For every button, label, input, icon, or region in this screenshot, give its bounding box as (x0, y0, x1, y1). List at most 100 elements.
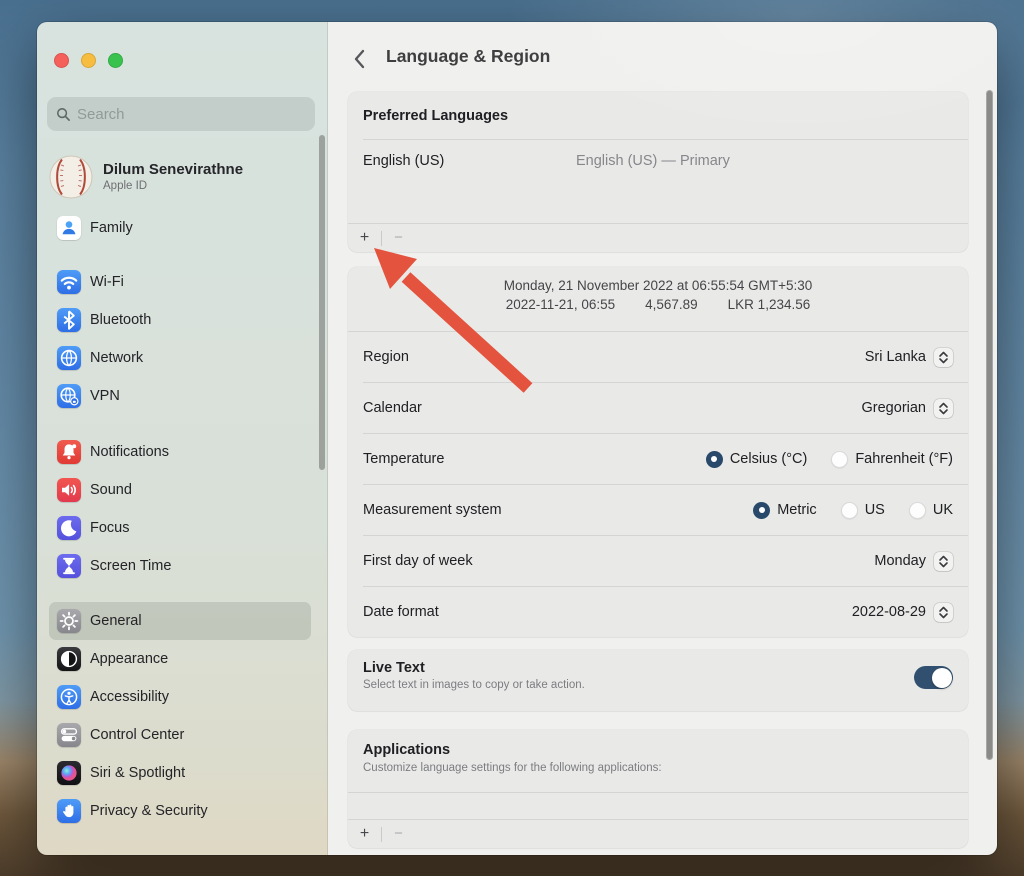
sidebar-item-notifications[interactable]: Notifications (49, 433, 311, 471)
network-globe-icon (57, 346, 81, 370)
sidebar-item-appearance[interactable]: Appearance (49, 640, 311, 678)
radio-us[interactable] (840, 501, 858, 519)
sidebar-item-network[interactable]: Network (49, 339, 311, 377)
calendar-label: Calendar (363, 400, 422, 416)
date-format-stepper[interactable] (934, 602, 953, 622)
sidebar-item-sound[interactable]: Sound (49, 471, 311, 509)
general-gear-icon (57, 609, 81, 633)
live-text-toggle[interactable] (914, 666, 953, 689)
appearance-contrast-icon (57, 647, 81, 671)
region-row: Region Sri Lanka (348, 332, 968, 382)
date-format-row: Date format 2022-08-29 (348, 587, 968, 637)
radio-metric[interactable] (753, 501, 771, 519)
preferred-languages-title: Preferred Languages (363, 107, 509, 124)
close-window-button[interactable] (54, 53, 69, 68)
sidebar-item-wifi[interactable]: Wi-Fi (49, 263, 311, 301)
accessibility-icon (57, 685, 81, 709)
control-center-icon (57, 723, 81, 747)
date-format-label: Date format (363, 604, 439, 620)
sidebar-item-label: Screen Time (90, 558, 172, 574)
content-scrollbar[interactable] (986, 90, 993, 760)
sidebar-item-privacy-security[interactable]: Privacy & Security (49, 792, 311, 830)
language-detail: English (US) — Primary (576, 153, 730, 169)
system-settings-window: Search Dilum Senevirathne Apple ID Famil… (37, 22, 997, 855)
sidebar-item-label: Family (90, 220, 133, 236)
temperature-option-fahrenheit[interactable]: Fahrenheit (°F) (831, 450, 953, 468)
calendar-stepper[interactable] (934, 398, 953, 418)
sidebar-item-label: General (90, 613, 142, 629)
sidebar-item-control-center[interactable]: Control Center (49, 716, 311, 754)
sidebar-item-general[interactable]: General (49, 602, 311, 640)
language-name: English (US) (363, 153, 445, 169)
first-day-value: Monday (874, 553, 926, 569)
first-day-stepper[interactable] (934, 551, 953, 571)
bluetooth-icon (57, 308, 81, 332)
measurement-option-us[interactable]: US (840, 501, 885, 519)
sidebar-item-accessibility[interactable]: Accessibility (49, 678, 311, 716)
notifications-bell-icon (57, 440, 81, 464)
applications-card: Applications Customize language settings… (348, 730, 968, 848)
temperature-label: Temperature (363, 451, 445, 467)
radio-uk[interactable] (908, 501, 926, 519)
sidebar-item-label: Network (90, 350, 144, 366)
remove-application-button[interactable]: − (382, 820, 415, 848)
first-day-label: First day of week (363, 553, 473, 569)
temperature-row: Temperature Celsius (°C) Fahrenheit (°F) (348, 434, 968, 484)
apple-id-subtitle: Apple ID (103, 180, 148, 192)
applications-toolbar: + − (348, 820, 968, 848)
temperature-option-celsius[interactable]: Celsius (°C) (705, 450, 807, 468)
sidebar-item-label: Wi-Fi (90, 274, 124, 290)
annotation-arrow (374, 248, 533, 393)
sidebar-item-screen-time[interactable]: Screen Time (49, 547, 311, 585)
sidebar-item-siri-spotlight[interactable]: Siri & Spotlight (49, 754, 311, 792)
date-format-value: 2022-08-29 (851, 604, 926, 620)
radio-celsius[interactable] (705, 450, 723, 468)
region-label: Region (363, 349, 409, 365)
page-title: Language & Region (386, 46, 551, 66)
add-application-button[interactable]: + (348, 820, 381, 848)
preferred-languages-card: Preferred Languages English (US) English… (348, 92, 968, 252)
sidebar: Search Dilum Senevirathne Apple ID Famil… (37, 22, 328, 855)
sidebar-item-label: Control Center (90, 727, 185, 743)
family-icon (57, 216, 81, 240)
sidebar-item-label: Privacy & Security (90, 803, 208, 819)
format-preview-short-date: 2022-11-21, 06:55 (505, 297, 616, 312)
sidebar-item-label: Accessibility (90, 689, 169, 705)
sidebar-item-apple-id[interactable]: Dilum Senevirathne Apple ID (49, 153, 315, 201)
sidebar-item-focus[interactable]: Focus (49, 509, 311, 547)
measurement-option-metric[interactable]: Metric (753, 501, 817, 519)
region-stepper[interactable] (934, 347, 953, 367)
sidebar-item-label: Siri & Spotlight (90, 765, 186, 781)
apple-id-name: Dilum Senevirathne (103, 161, 244, 178)
focus-moon-icon (57, 516, 81, 540)
radio-fahrenheit[interactable] (831, 450, 849, 468)
live-text-description: Select text in images to copy or take ac… (363, 679, 585, 691)
vpn-globe-icon (57, 384, 81, 408)
calendar-value: Gregorian (861, 400, 926, 416)
back-button[interactable] (348, 46, 370, 72)
add-language-button[interactable]: + (348, 224, 381, 252)
first-day-row: First day of week Monday (348, 536, 968, 586)
sidebar-item-label: Sound (90, 482, 132, 498)
language-row-english-us[interactable]: English (US) English (US) — Primary (348, 140, 968, 182)
format-preview-currency: LKR 1,234.56 (727, 297, 811, 312)
sidebar-item-bluetooth[interactable]: Bluetooth (49, 301, 311, 339)
sound-speaker-icon (57, 478, 81, 502)
minimize-window-button[interactable] (81, 53, 96, 68)
sidebar-scrollbar[interactable] (319, 135, 325, 470)
region-formats-card: Monday, 21 November 2022 at 06:55:54 GMT… (348, 267, 968, 637)
sidebar-item-family[interactable]: Family (49, 209, 311, 247)
search-input[interactable]: Search (47, 97, 315, 131)
sidebar-item-vpn[interactable]: VPN (49, 377, 311, 415)
remove-language-button[interactable]: − (382, 224, 415, 252)
sidebar-item-label: Focus (90, 520, 130, 536)
measurement-option-uk[interactable]: UK (908, 501, 953, 519)
measurement-label: Measurement system (363, 502, 502, 518)
search-placeholder: Search (77, 105, 125, 123)
screen-time-hourglass-icon (57, 554, 81, 578)
format-preview-number: 4,567.89 (645, 297, 698, 312)
zoom-window-button[interactable] (108, 53, 123, 68)
format-preview: Monday, 21 November 2022 at 06:55:54 GMT… (348, 267, 968, 331)
sidebar-item-label: Bluetooth (90, 312, 152, 328)
search-icon (56, 107, 70, 121)
